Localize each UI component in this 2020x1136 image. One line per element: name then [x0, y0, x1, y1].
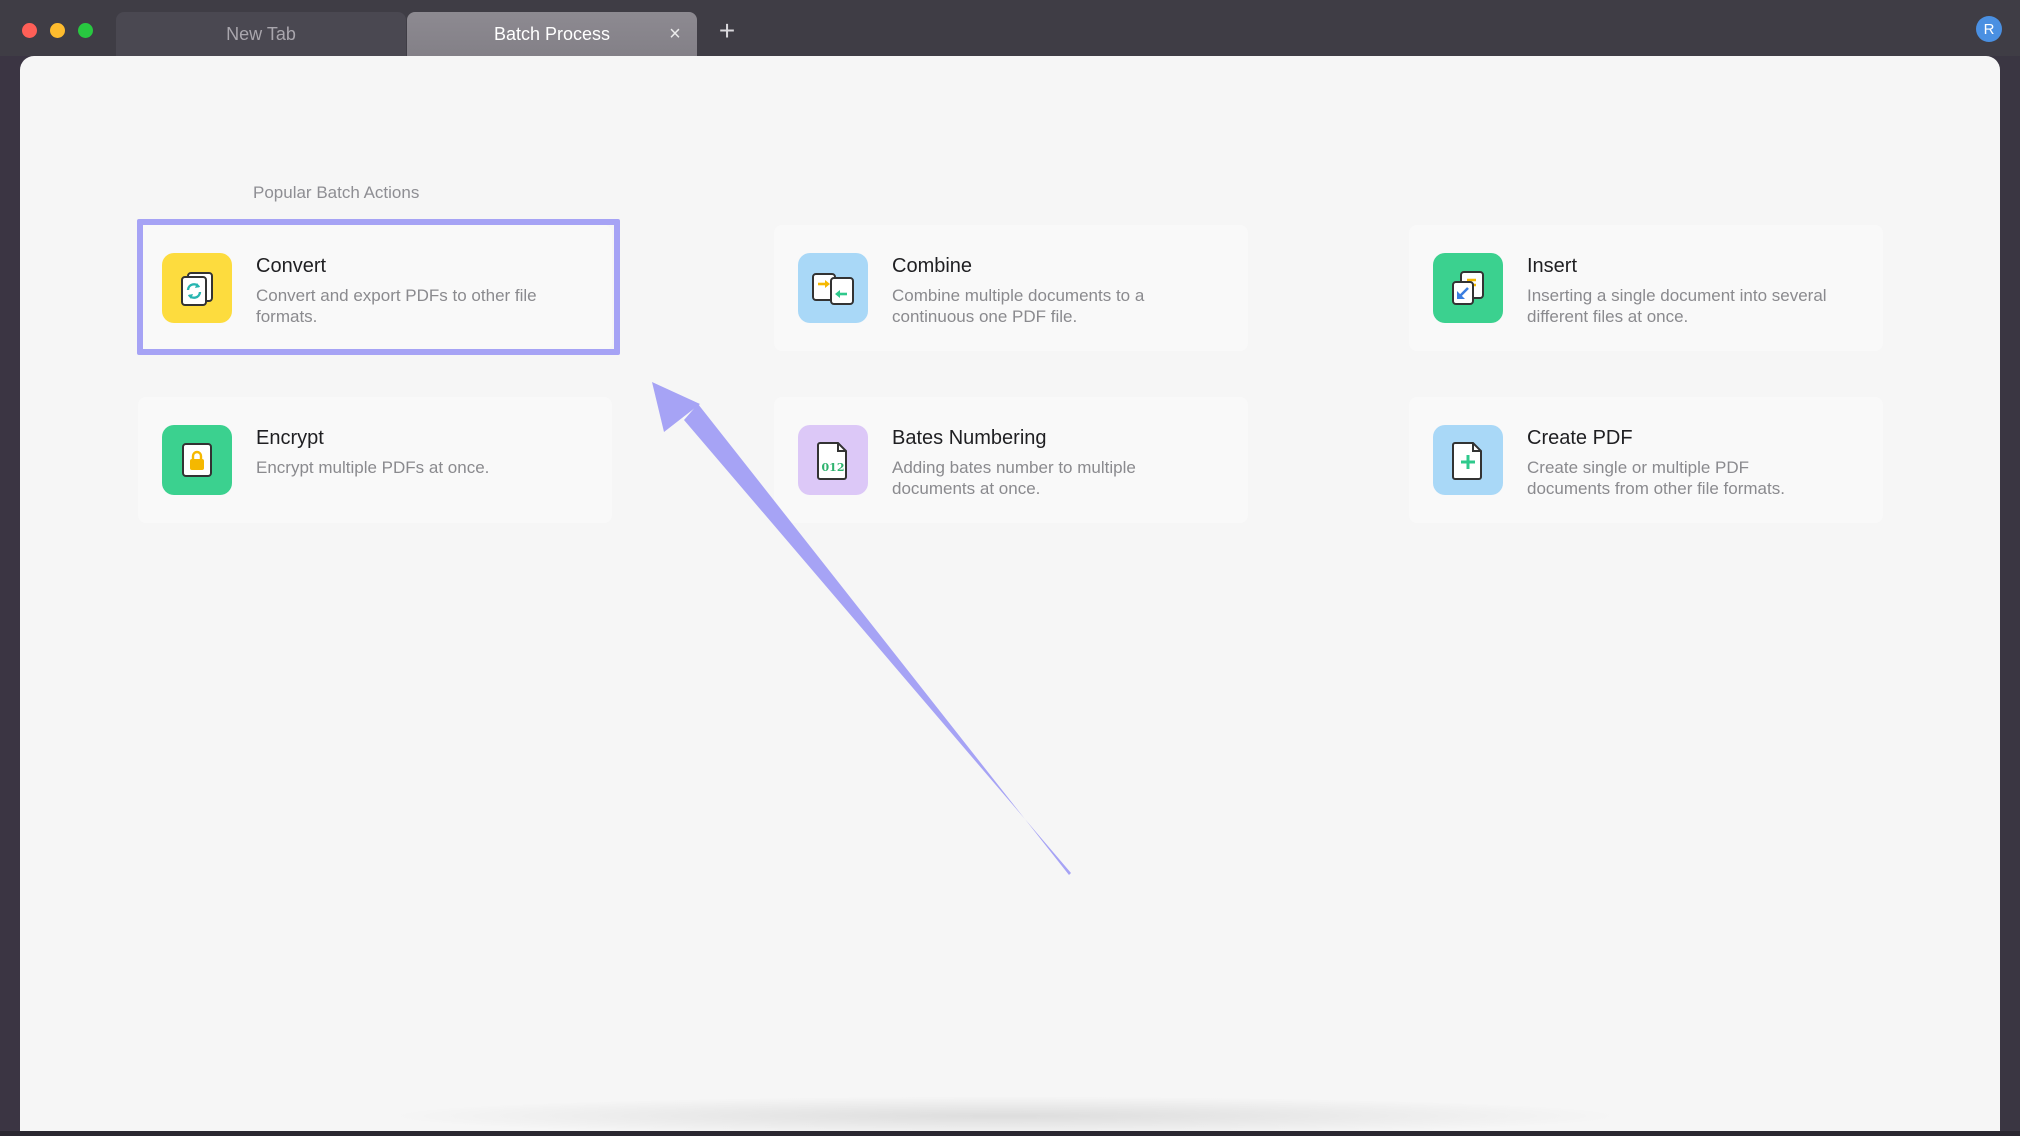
title-bar: New Tab Batch Process × + R — [0, 0, 2020, 56]
lock-icon — [162, 425, 232, 495]
card-title: Encrypt — [256, 427, 324, 449]
card-description: Combine multiple documents to a continuo… — [892, 286, 1145, 326]
card-title: Bates Numbering — [892, 427, 1047, 449]
card-combine[interactable]: Combine Combine multiple documents to a … — [774, 225, 1248, 351]
highlight-box — [137, 219, 620, 355]
card-title: Combine — [892, 255, 973, 277]
bates-numbering-icon: 012 — [798, 425, 868, 495]
card-bates-numbering[interactable]: 012 Bates Numbering Adding bates number … — [774, 397, 1248, 523]
card-description: Adding bates number to multiple document… — [892, 458, 1136, 498]
tab-batch-process[interactable]: Batch Process × — [407, 12, 697, 56]
card-description: Encrypt multiple PDFs at once. — [256, 458, 490, 477]
bottom-shadow — [380, 1096, 1630, 1136]
card-insert[interactable]: Insert Inserting a single document into … — [1409, 225, 1883, 351]
close-icon[interactable]: × — [665, 24, 685, 44]
card-title: Insert — [1527, 255, 1578, 277]
minimize-window-button[interactable] — [50, 23, 65, 38]
app-window: New Tab Batch Process × + R Popular Batc… — [0, 0, 2020, 1136]
zoom-window-button[interactable] — [78, 23, 93, 38]
card-description: Create single or multiple PDF documents … — [1527, 458, 1785, 498]
section-title: Popular Batch Actions — [253, 183, 420, 202]
avatar[interactable]: R — [1976, 16, 2002, 42]
combine-icon — [798, 253, 868, 323]
create-pdf-icon — [1433, 425, 1503, 495]
main-content: Popular Batch Actions Convert Convert an… — [20, 56, 2000, 1136]
close-window-button[interactable] — [22, 23, 37, 38]
tab-label: New Tab — [226, 23, 296, 44]
insert-icon — [1433, 253, 1503, 323]
card-encrypt[interactable]: Encrypt Encrypt multiple PDFs at once. — [138, 397, 612, 523]
tab-label: Batch Process — [493, 23, 611, 44]
card-title: Create PDF — [1527, 427, 1633, 449]
bates-icon-digits: 012 — [822, 461, 845, 474]
tab-new-tab[interactable]: New Tab — [116, 12, 406, 56]
new-tab-button[interactable]: + — [714, 17, 740, 45]
card-description: Inserting a single document into several… — [1527, 286, 1827, 326]
card-create-pdf[interactable]: Create PDF Create single or multiple PDF… — [1409, 397, 1883, 523]
